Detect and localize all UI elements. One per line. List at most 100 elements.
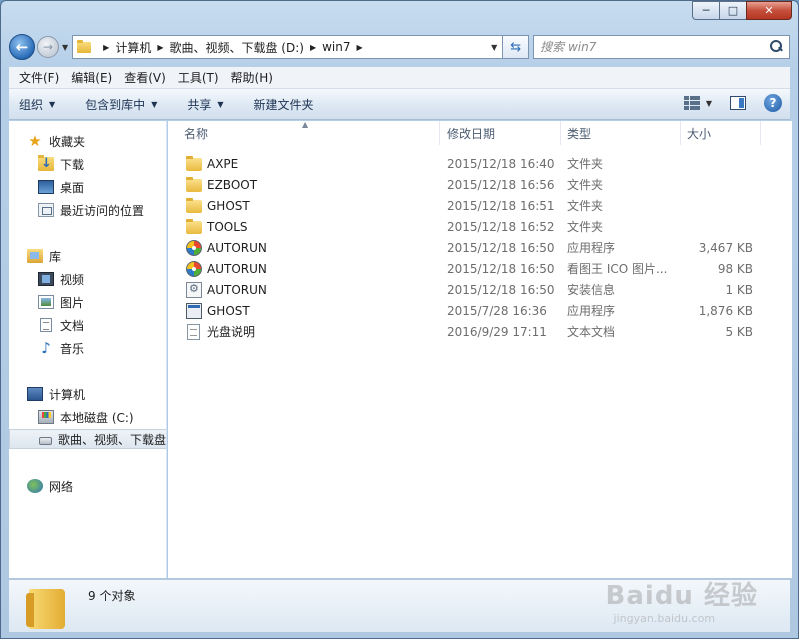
file-date: 2016/9/29 17:11 [447,324,547,339]
file-name: EZBOOT [207,177,258,192]
file-size: 1 KB [725,282,753,297]
menu-view[interactable]: 查看(V) [118,69,172,86]
caption-buttons: ─ □ ✕ [692,1,792,20]
search-icon[interactable] [769,40,783,54]
nav-label: 桌面 [60,180,85,195]
address-dropdown-icon[interactable]: ▼ [486,43,502,52]
nav-pictures[interactable]: 图片 [9,292,84,312]
item-count: 9 个对象 [88,589,136,603]
file-row[interactable]: TOOLS 2015/12/18 16:52 文件夹 [168,216,792,237]
menu-edit[interactable]: 编辑(E) [65,69,118,86]
file-row[interactable]: AUTORUN 2015/12/18 16:50 安装信息 1 KB [168,279,792,300]
breadcrumb-chevron-icon[interactable]: ▶ [157,43,163,52]
nav-label: 图片 [60,295,85,310]
application-icon [186,302,202,319]
file-row[interactable]: GHOST 2015/12/18 16:51 文件夹 [168,195,792,216]
file-list: ▲ 名称 修改日期 类型 大小 AXPE 2015/12/18 16:40 文件… [168,120,792,578]
file-date: 2015/12/18 16:50 [447,282,555,297]
address-bar[interactable]: ▶ 计算机 ▶ 歌曲、视频、下载盘 (D:) ▶ win7 ▶ ▼ [72,35,504,59]
file-row[interactable]: AXPE 2015/12/18 16:40 文件夹 [168,153,792,174]
nav-computer[interactable]: 计算机 [9,384,85,404]
breadcrumb-win7[interactable]: win7 [322,40,350,54]
nav-drive-c[interactable]: 本地磁盘 (C:) [9,407,134,427]
file-row[interactable]: AUTORUN 2015/12/18 16:50 看图王 ICO 图片... 9… [168,258,792,279]
search-box[interactable] [533,35,790,59]
breadcrumb-chevron-icon[interactable]: ▶ [310,43,316,52]
view-dropdown-icon[interactable]: ▼ [706,99,712,108]
file-type: 文件夹 [567,220,604,234]
file-date: 2015/12/18 16:50 [447,261,555,276]
minimize-button[interactable]: ─ [692,1,719,20]
forward-arrow-icon: → [42,40,54,54]
nav-music[interactable]: ♪ 音乐 [9,338,84,358]
file-type: 文件夹 [567,157,604,171]
column-header-date[interactable]: 修改日期 [441,121,561,145]
nav-label: 音乐 [60,341,85,356]
nav-label: 计算机 [49,387,86,402]
breadcrumb-computer[interactable]: 计算机 [115,39,151,56]
include-in-library-button[interactable]: 包含到库中 ▼ [85,96,157,113]
nav-libraries[interactable]: 库 [9,246,61,266]
maximize-button[interactable]: □ [719,1,746,20]
explorer-window: ─ □ ✕ ← → ▼ ▶ 计算机 ▶ 歌曲、视频、下载盘 (D:) ▶ win… [0,0,799,639]
refresh-button[interactable]: ⇆ [503,35,530,59]
breadcrumb-drive-d[interactable]: 歌曲、视频、下载盘 (D:) [169,39,303,56]
file-name: TOOLS [207,219,248,234]
file-name: AUTORUN [207,282,267,297]
file-row[interactable]: EZBOOT 2015/12/18 16:56 文件夹 [168,174,792,195]
file-row[interactable]: AUTORUN 2015/12/18 16:50 应用程序 3,467 KB [168,237,792,258]
change-view-icon[interactable] [683,96,700,110]
file-row[interactable]: 光盘说明 2016/9/29 17:11 文本文档 5 KB [168,321,792,342]
column-header-type[interactable]: 类型 [561,121,681,145]
file-type: 应用程序 [567,241,616,255]
nav-drive-d[interactable]: 歌曲、视频、下载盘 [9,429,166,449]
menu-file[interactable]: 文件(F) [13,69,65,86]
drive-icon [39,437,52,445]
preview-pane-icon[interactable] [730,96,746,110]
file-size: 98 KB [717,261,753,276]
new-folder-button[interactable]: 新建文件夹 [254,96,314,113]
share-label: 共享 [187,97,212,112]
nav-favorites[interactable]: ★ 收藏夹 [9,131,85,151]
music-note-icon: ♪ [41,339,51,357]
file-type: 文件夹 [567,199,604,213]
search-input[interactable] [540,40,769,54]
refresh-icon: ⇆ [510,39,522,55]
back-arrow-icon: ← [15,38,29,56]
nav-desktop[interactable]: 桌面 [9,177,84,197]
share-button[interactable]: 共享 ▼ [187,96,223,113]
folder-icon [186,177,202,192]
organize-button[interactable]: 组织 ▼ [19,96,55,113]
file-row[interactable]: GHOST 2015/7/28 16:36 应用程序 1,876 KB [168,300,792,321]
dropdown-arrow-icon: ▼ [217,99,224,109]
folder-icon [186,156,202,171]
nav-network[interactable]: 网络 [9,476,73,496]
file-type: 应用程序 [567,304,616,318]
folder-icon [77,39,92,53]
forward-button[interactable]: → [37,36,59,58]
dropdown-arrow-icon: ▼ [151,99,158,109]
column-header-name[interactable]: 名称 [178,121,440,145]
menu-tools[interactable]: 工具(T) [172,69,225,86]
autorun-app-icon [186,239,202,256]
file-date: 2015/12/18 16:52 [447,219,555,234]
menu-help[interactable]: 帮助(H) [225,69,279,86]
file-date: 2015/12/18 16:40 [447,156,555,171]
desktop-icon [38,180,54,194]
recent-pages-dropdown-icon[interactable]: ▼ [62,43,68,52]
column-header-size[interactable]: 大小 [681,121,761,145]
back-button[interactable]: ← [9,34,35,60]
file-size: 5 KB [725,324,753,339]
breadcrumb-chevron-icon[interactable]: ▶ [103,43,109,52]
nav-videos[interactable]: 视频 [9,269,84,289]
nav-downloads[interactable]: 下载 [9,154,84,174]
command-bar: 组织 ▼ 包含到库中 ▼ 共享 ▼ 新建文件夹 ▼ ? [9,89,790,120]
close-button[interactable]: ✕ [746,1,792,20]
text-document-icon [187,323,200,340]
help-icon[interactable]: ? [764,94,782,112]
address-row: ← → ▼ ▶ 计算机 ▶ 歌曲、视频、下载盘 (D:) ▶ win7 ▶ ▼ … [9,33,790,61]
document-library-icon [40,318,52,332]
nav-recent-places[interactable]: 最近访问的位置 [9,200,144,220]
nav-documents[interactable]: 文档 [9,315,84,335]
breadcrumb-chevron-icon[interactable]: ▶ [357,43,363,52]
